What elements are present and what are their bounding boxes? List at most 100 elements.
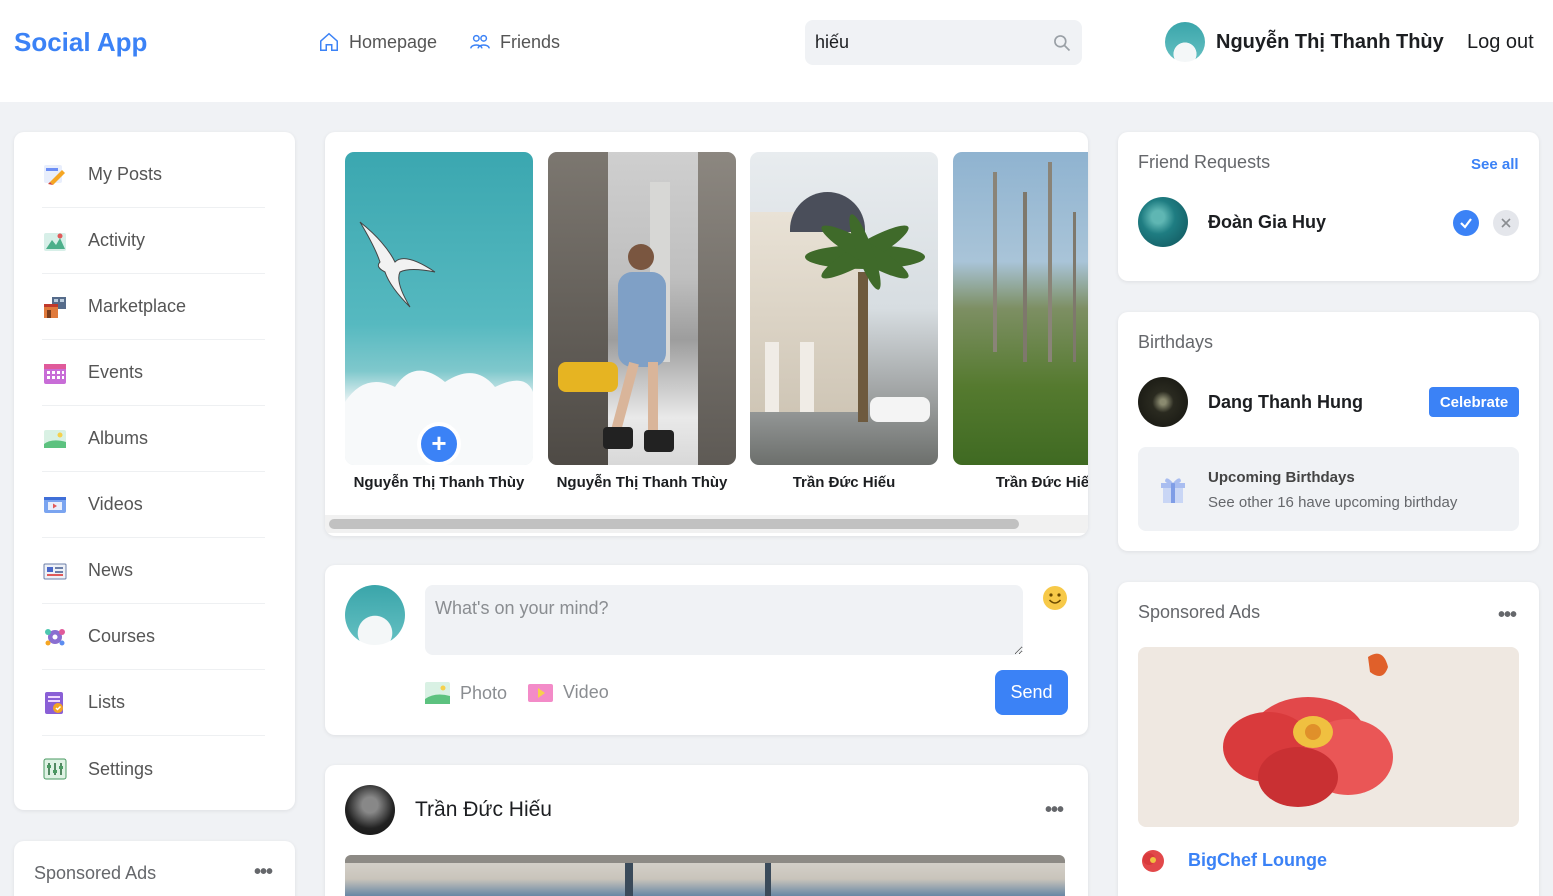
- add-video-button[interactable]: Video: [528, 682, 609, 703]
- post-text-input[interactable]: [425, 585, 1023, 655]
- story-name: Trần Đức Hiếu: [995, 474, 1088, 491]
- sidebar-item-events[interactable]: Events: [42, 340, 265, 406]
- birthdays-title: Birthdays: [1138, 332, 1214, 352]
- search-icon[interactable]: [1052, 33, 1072, 53]
- sidebar-item-marketplace[interactable]: Marketplace: [42, 274, 265, 340]
- videos-icon: [42, 492, 68, 518]
- sidebar-item-label: Lists: [88, 692, 126, 712]
- birthdays-card: Birthdays Dang Thanh Hung Celebrate Upco…: [1118, 312, 1539, 551]
- sidebar-item-courses[interactable]: Courses: [42, 604, 265, 670]
- sidebar-item-settings[interactable]: Settings: [42, 736, 265, 802]
- left-sidebar: My Posts Activity Marketplace Events Alb…: [14, 132, 295, 810]
- story-card[interactable]: [750, 152, 938, 465]
- nav-friends[interactable]: Friends: [469, 31, 560, 53]
- sidebar-item-label: Activity: [88, 230, 146, 250]
- home-icon: [320, 32, 338, 51]
- more-options-icon[interactable]: •••: [1498, 604, 1517, 627]
- accept-request-button[interactable]: [1453, 210, 1479, 236]
- requester-name[interactable]: Đoàn Gia Huy: [1208, 212, 1326, 233]
- sidebar-item-activity[interactable]: Activity: [42, 208, 265, 274]
- photo-icon: [425, 682, 450, 704]
- feed-post: Trần Đức Hiếu •••: [325, 765, 1088, 896]
- nav-homepage-label: Homepage: [349, 31, 438, 52]
- stories-scrollbar[interactable]: [325, 515, 1088, 533]
- sidebar-item-albums[interactable]: Albums: [42, 406, 265, 472]
- lists-icon: [42, 690, 68, 716]
- sidebar-item-label: Marketplace: [88, 296, 187, 316]
- gift-icon: [1161, 478, 1185, 503]
- reject-request-button[interactable]: [1493, 210, 1519, 236]
- marketplace-icon: [42, 294, 68, 320]
- birthday-item: Dang Thanh Hung: [1138, 377, 1363, 427]
- user-name: Nguyễn Thị Thanh Thùy: [1216, 30, 1444, 53]
- friend-request-item: Đoàn Gia Huy: [1138, 197, 1326, 247]
- events-icon: [42, 360, 68, 386]
- upcoming-birthdays-subtitle: See other 16 have upcoming birthday: [1208, 494, 1458, 511]
- composer-avatar: [345, 585, 405, 645]
- ad-brand-name[interactable]: BigChef Lounge: [1188, 850, 1327, 871]
- search-box: [805, 20, 1082, 65]
- emoji-icon[interactable]: [1042, 585, 1068, 611]
- nav-homepage[interactable]: Homepage: [318, 31, 437, 53]
- more-options-icon[interactable]: •••: [1045, 799, 1064, 822]
- sidebar-item-videos[interactable]: Videos: [42, 472, 265, 538]
- post-author-avatar[interactable]: [345, 785, 395, 835]
- add-story-button[interactable]: +: [417, 422, 461, 465]
- sidebar-item-label: Settings: [88, 758, 154, 779]
- current-user[interactable]: Nguyễn Thị Thanh Thùy: [1165, 22, 1444, 62]
- birthday-person-avatar[interactable]: [1138, 377, 1188, 427]
- my-posts-icon: [42, 162, 68, 188]
- close-icon: [1501, 218, 1511, 228]
- stories-strip: + Nguyễn Thị Thanh Thùy Nguyễn Thị Thanh…: [325, 132, 1088, 536]
- ad-image[interactable]: [1138, 647, 1519, 827]
- sidebar-item-label: Courses: [88, 626, 156, 646]
- story-card[interactable]: [548, 152, 736, 465]
- logout-button[interactable]: Log out: [1467, 31, 1534, 54]
- user-avatar: [1165, 22, 1205, 62]
- photo-label: Photo: [460, 682, 508, 703]
- palm-leaves: [805, 214, 925, 290]
- sidebar-item-lists[interactable]: Lists: [42, 670, 265, 736]
- top-header: Social App Homepage Friends Nguyễn Thị T…: [0, 0, 1553, 102]
- sponsored-ads-left: Sponsored Ads •••: [14, 841, 295, 896]
- requester-avatar[interactable]: [1138, 197, 1188, 247]
- scrollbar-thumb[interactable]: [329, 519, 1019, 529]
- app-logo[interactable]: Social App: [14, 27, 147, 58]
- more-options-icon[interactable]: •••: [254, 861, 273, 884]
- search-input[interactable]: [815, 32, 1052, 53]
- nav-friends-label: Friends: [500, 31, 561, 52]
- post-composer: Photo Video Send: [325, 565, 1088, 735]
- courses-icon: [42, 624, 68, 650]
- story-card[interactable]: [953, 152, 1088, 465]
- sidebar-item-news[interactable]: News: [42, 538, 265, 604]
- flower-image: [1223, 653, 1393, 807]
- seagull-image: [359, 221, 436, 308]
- sidebar-item-label: Videos: [88, 494, 143, 514]
- send-button[interactable]: Send: [995, 670, 1068, 715]
- add-photo-button[interactable]: Photo: [425, 682, 507, 704]
- see-all-link[interactable]: See all: [1471, 156, 1519, 173]
- post-author-name[interactable]: Trần Đức Hiếu: [415, 798, 552, 822]
- sidebar-item-label: Events: [88, 362, 144, 382]
- upcoming-birthdays[interactable]: Upcoming Birthdays See other 16 have upc…: [1138, 447, 1519, 531]
- settings-icon: [42, 756, 68, 782]
- albums-icon: [42, 426, 68, 452]
- story-name: Nguyễn Thị Thanh Thùy: [556, 474, 728, 491]
- check-icon: [1460, 218, 1472, 229]
- brand-logo-icon: [1142, 850, 1164, 872]
- sponsored-ads-right: Sponsored Ads ••• BigChef Lounge: [1118, 582, 1539, 896]
- celebrate-button[interactable]: Celebrate: [1429, 387, 1519, 417]
- sponsored-ads-title: Sponsored Ads: [1138, 602, 1261, 622]
- story-card[interactable]: +: [345, 152, 533, 465]
- friends-icon: [470, 34, 490, 49]
- upcoming-birthdays-title: Upcoming Birthdays: [1208, 469, 1355, 486]
- sidebar-item-label: My Posts: [88, 164, 163, 184]
- ad-brand: BigChef Lounge: [1138, 845, 1327, 875]
- birthday-person-name[interactable]: Dang Thanh Hung: [1208, 392, 1363, 413]
- news-icon: [42, 558, 68, 584]
- post-image[interactable]: [345, 855, 1065, 896]
- friend-requests-title: Friend Requests: [1138, 152, 1271, 172]
- sidebar-item-my-posts[interactable]: My Posts: [42, 142, 265, 208]
- sidebar-item-label: News: [88, 560, 134, 580]
- story-name: Nguyễn Thị Thanh Thùy: [353, 474, 525, 491]
